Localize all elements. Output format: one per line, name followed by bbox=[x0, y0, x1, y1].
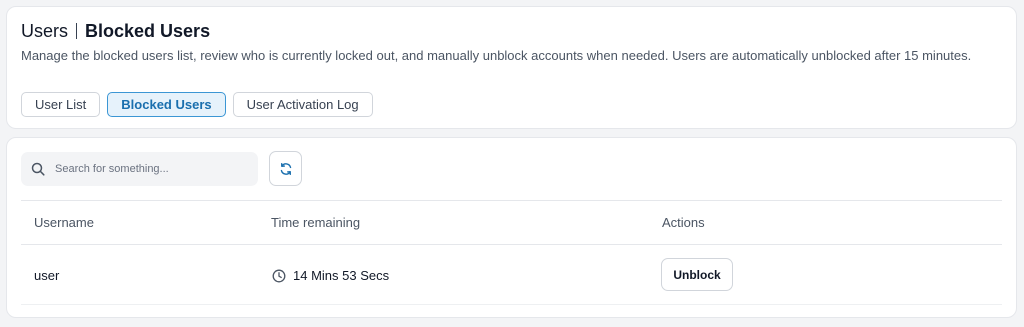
time-remaining-value: 14 Mins 53 Secs bbox=[293, 268, 390, 283]
column-header-username: Username bbox=[34, 215, 94, 230]
tab-blocked-users[interactable]: Blocked Users bbox=[107, 92, 226, 117]
blocked-users-card: Username Time remaining Actions user 14 … bbox=[6, 137, 1017, 318]
page-description: Manage the blocked users list, review wh… bbox=[21, 48, 972, 63]
search-input[interactable] bbox=[55, 163, 245, 175]
time-remaining-cell: 14 Mins 53 Secs bbox=[272, 268, 389, 283]
table-row-divider bbox=[21, 304, 1002, 305]
search-icon bbox=[31, 162, 45, 176]
table-header-bottom-divider bbox=[21, 244, 1002, 245]
refresh-icon bbox=[279, 162, 293, 176]
username-cell: user bbox=[34, 268, 60, 283]
title-separator bbox=[76, 23, 78, 39]
tab-bar: User List Blocked Users User Activation … bbox=[21, 92, 373, 117]
column-header-actions: Actions bbox=[662, 215, 705, 230]
breadcrumb-current-page: Blocked Users bbox=[85, 21, 211, 41]
clock-icon bbox=[272, 269, 286, 283]
tab-user-list[interactable]: User List bbox=[21, 92, 101, 117]
column-header-time-remaining: Time remaining bbox=[271, 215, 361, 230]
search-box[interactable] bbox=[21, 152, 258, 186]
refresh-button[interactable] bbox=[269, 151, 302, 186]
page-title: Users Blocked Users bbox=[21, 19, 210, 43]
page-header-card: Users Blocked Users Manage the blocked u… bbox=[6, 6, 1017, 129]
breadcrumb-section[interactable]: Users bbox=[21, 19, 68, 43]
table-header-top-divider bbox=[21, 200, 1002, 201]
tab-user-activation-log[interactable]: User Activation Log bbox=[232, 92, 373, 117]
unblock-button[interactable]: Unblock bbox=[661, 258, 733, 291]
